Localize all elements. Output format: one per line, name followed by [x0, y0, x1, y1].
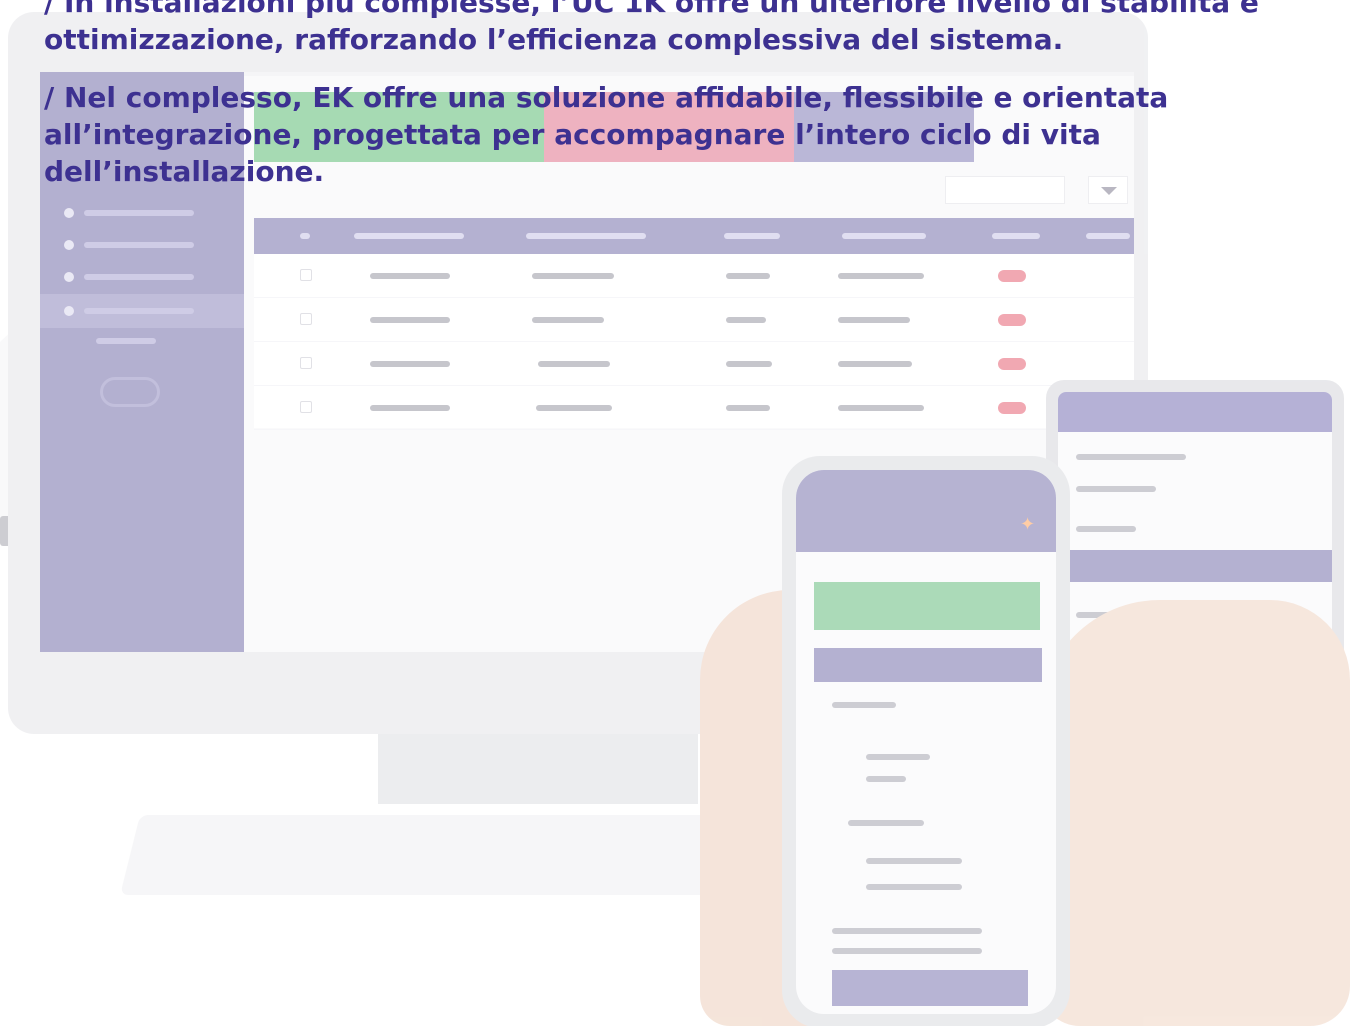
table-row: [254, 342, 1134, 386]
keyboard-illustration: [120, 815, 780, 895]
cloud-icon: [100, 377, 160, 407]
table-row: [254, 298, 1134, 342]
sidebar-label-placeholder: [84, 308, 194, 314]
tablet-header: [1058, 392, 1332, 432]
phone-action-button: [832, 970, 1028, 1006]
table-cell: [726, 317, 766, 323]
tablet-table-header: [1058, 550, 1332, 582]
phone-text-line: [832, 928, 982, 934]
header-cell: [526, 233, 646, 239]
table-cell: [726, 273, 770, 279]
table-cell: [838, 361, 912, 367]
row-checkbox: [300, 357, 312, 369]
status-badge: [998, 402, 1026, 414]
phone-text-line: [866, 858, 962, 864]
table-cell: [838, 273, 924, 279]
table-cell: [370, 273, 450, 279]
header-cell: [992, 233, 1040, 239]
table-cell: [726, 361, 772, 367]
phone-toolbar: [814, 648, 1042, 682]
devices-table: [254, 218, 1134, 430]
header-cell: [842, 233, 926, 239]
overlay-text: / In installazioni più complesse, l’UC 1…: [44, 0, 1334, 211]
table-row: [254, 386, 1134, 430]
tablet-text-line: [1076, 454, 1186, 460]
sidebar-dot-icon: [64, 306, 74, 316]
overlay-paragraph-1: / In installazioni più complesse, l’UC 1…: [44, 0, 1259, 56]
header-cell: [1086, 233, 1130, 239]
sidebar-label-placeholder: [84, 274, 194, 280]
sidebar-dot-icon: [64, 272, 74, 282]
header-cell: [724, 233, 780, 239]
table-cell: [538, 361, 610, 367]
monitor-stand: [378, 734, 698, 804]
star-icon: ✦: [1020, 514, 1036, 535]
table-cell: [532, 317, 604, 323]
sidebar-item: [64, 240, 214, 250]
status-badge: [998, 270, 1026, 282]
overlay-paragraph-2: / Nel complesso, EK offre una soluzione …: [44, 81, 1169, 188]
tablet-text-line: [1076, 486, 1156, 492]
sidebar-item: [64, 272, 214, 282]
table-cell: [726, 405, 770, 411]
header-cell: [354, 233, 464, 239]
phone-status-banner: [814, 582, 1040, 630]
row-checkbox: [300, 401, 312, 413]
phone-text-line: [866, 884, 962, 890]
table-row: [254, 254, 1134, 298]
phone-text-line: [866, 776, 906, 782]
table-header: [254, 218, 1134, 254]
sidebar-item: [64, 306, 214, 316]
tablet-text-line: [1076, 526, 1136, 532]
sidebar-subitem: [96, 338, 156, 344]
phone-text-line: [848, 820, 924, 826]
header-checkbox: [300, 233, 310, 239]
sidebar-label-placeholder: [84, 242, 194, 248]
row-checkbox: [300, 313, 312, 325]
table-cell: [532, 273, 614, 279]
hand-illustration: [1040, 600, 1350, 1026]
phone-screen: ✦: [796, 470, 1056, 1014]
row-checkbox: [300, 269, 312, 281]
phone-text-line: [866, 754, 930, 760]
status-badge: [998, 314, 1026, 326]
phone-text-line: [832, 702, 896, 708]
table-cell: [536, 405, 612, 411]
phone-text-line: [832, 948, 982, 954]
phone-header: ✦: [796, 470, 1056, 552]
table-cell: [838, 317, 910, 323]
table-cell: [370, 405, 450, 411]
table-cell: [370, 317, 450, 323]
mobile-phone: ✦: [782, 456, 1070, 1026]
status-badge: [998, 358, 1026, 370]
table-cell: [838, 405, 924, 411]
page: ✦ / In installazioni più complesse, l’UC…: [0, 0, 1354, 1026]
sidebar-dot-icon: [64, 240, 74, 250]
table-cell: [370, 361, 450, 367]
